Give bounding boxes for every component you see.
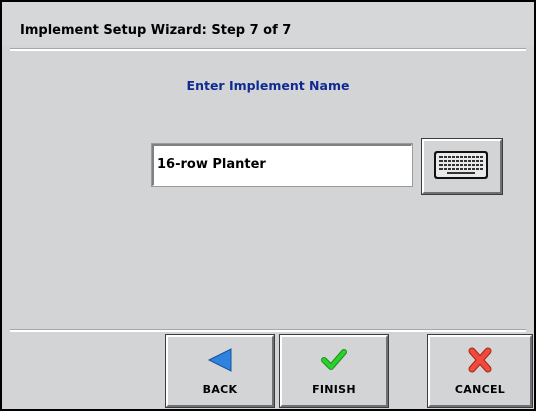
cancel-button-label: CANCEL <box>454 383 506 396</box>
left-arrow-icon <box>207 348 232 372</box>
keyboard-button[interactable] <box>421 138 503 195</box>
footer-divider <box>10 329 526 332</box>
finish-button-label: FINISH <box>312 383 356 396</box>
finish-button[interactable]: FINISH <box>279 334 389 408</box>
cancel-button[interactable]: CANCEL <box>427 334 533 408</box>
wizard-window: Implement Setup Wizard: Step 7 of 7 Ente… <box>0 0 536 411</box>
back-button[interactable]: BACK <box>165 334 275 408</box>
x-icon <box>468 347 492 373</box>
prompt-label: Enter Implement Name <box>186 78 350 93</box>
implement-name-input[interactable]: 16-row Planter <box>151 143 413 187</box>
checkmark-icon <box>321 349 347 370</box>
keyboard-icon <box>434 151 488 179</box>
window-title: Implement Setup Wizard: Step 7 of 7 <box>20 23 292 38</box>
title-bar: Implement Setup Wizard: Step 7 of 7 <box>2 2 534 46</box>
back-button-label: BACK <box>202 383 238 396</box>
title-divider <box>10 48 526 51</box>
